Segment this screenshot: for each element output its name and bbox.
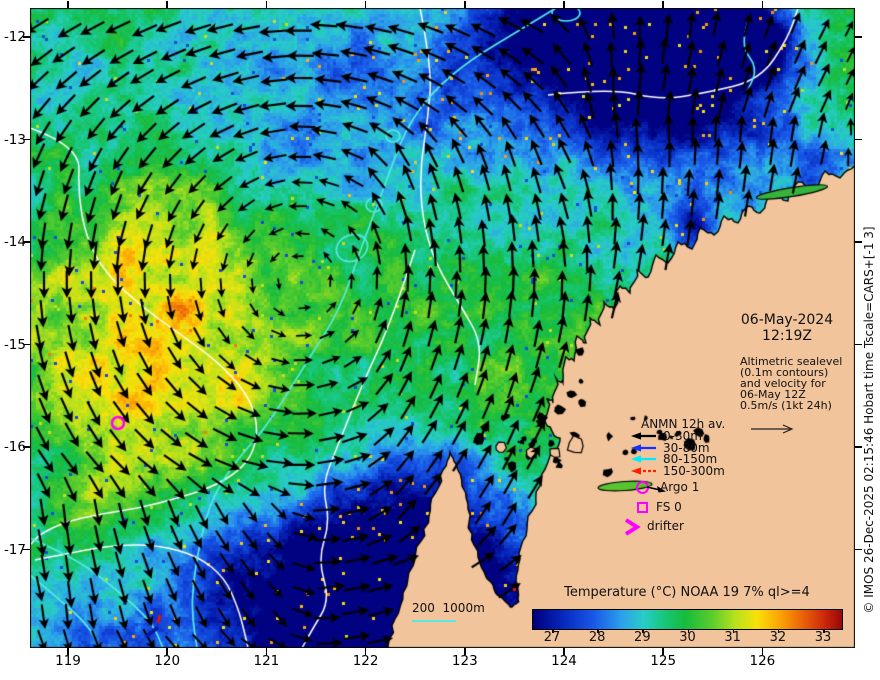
argo-legend-label: Argo 1 bbox=[660, 480, 699, 495]
tick-mark bbox=[762, 1, 764, 8]
depth-arrow-icon bbox=[630, 431, 658, 441]
tick-mark bbox=[855, 446, 862, 448]
tick-mark bbox=[67, 1, 69, 8]
lon-tick-label: 122 bbox=[353, 653, 379, 669]
tick-mark bbox=[662, 1, 664, 8]
anmn-depth-row: 150-300m bbox=[630, 465, 725, 477]
tick-mark bbox=[166, 1, 168, 8]
tick-mark bbox=[855, 36, 862, 38]
tick-mark bbox=[855, 549, 862, 551]
lat-tick-label: -16 bbox=[0, 439, 26, 455]
drifter-chevron-icon bbox=[623, 518, 641, 536]
fs-mooring-icon bbox=[637, 502, 648, 513]
tick-mark bbox=[464, 1, 466, 8]
lon-tick-label: 126 bbox=[750, 653, 776, 669]
tick-mark bbox=[855, 344, 862, 346]
temperature-colorbar bbox=[532, 609, 843, 630]
depth-arrow-icon bbox=[630, 454, 658, 464]
lon-tick-label: 125 bbox=[650, 653, 676, 669]
time-line: 12:19Z bbox=[722, 328, 852, 344]
tick-mark bbox=[563, 1, 565, 8]
lon-tick-label: 121 bbox=[254, 653, 280, 669]
lon-tick-label: 119 bbox=[55, 653, 81, 669]
colorbar-tick-label: 33 bbox=[815, 630, 832, 645]
colorbar-tick-label: 31 bbox=[724, 630, 741, 645]
lon-tick-label: 120 bbox=[154, 653, 180, 669]
annotation-line: 0.5m/s (1kt 24h) bbox=[740, 401, 842, 412]
colorbar-tick-label: 32 bbox=[770, 630, 787, 645]
colorbar-title: Temperature (°C) NOAA 19 7% ql>=4 bbox=[532, 585, 842, 600]
lat-tick-label: -17 bbox=[0, 542, 26, 558]
lat-tick-label: -14 bbox=[0, 234, 26, 250]
drifter-legend-label: drifter bbox=[647, 519, 684, 534]
date-line: 06-May-2024 bbox=[722, 312, 852, 328]
copyright-vertical-text: © IMOS 26-Dec-2025 02:15:46 Hobart time … bbox=[862, 226, 876, 613]
colorbar-tick-label: 29 bbox=[634, 630, 651, 645]
depth-label: 150-300m bbox=[663, 464, 725, 478]
imos-ocean-current-map: 119 120 121 122 123 124 125 126 -12 -13 -14 -15 -16 -… bbox=[0, 0, 880, 680]
colorbar-tick-label: 28 bbox=[589, 630, 606, 645]
bathymetry-legend-label: 200 1000m bbox=[412, 601, 485, 615]
altimetric-annotation: Altimetric sealevel (0.1m contours) and … bbox=[740, 357, 842, 412]
lon-tick-label: 124 bbox=[551, 653, 577, 669]
bathymetry-contour-sample bbox=[412, 620, 456, 622]
tick-mark bbox=[365, 1, 367, 8]
lat-tick-label: -15 bbox=[0, 337, 26, 353]
fs-legend-label: FS 0 bbox=[656, 500, 682, 515]
timestamp-annotation: 06-May-2024 12:19Z bbox=[722, 312, 852, 344]
velocity-scale-arrow-icon bbox=[750, 423, 796, 435]
colorbar-tick-label: 30 bbox=[679, 630, 696, 645]
colorbar-tick-label: 27 bbox=[544, 630, 561, 645]
depth-arrow-icon bbox=[630, 466, 658, 476]
tick-mark bbox=[266, 1, 268, 8]
depth-arrow-icon bbox=[630, 443, 658, 453]
tick-mark bbox=[855, 241, 862, 243]
lon-tick-label: 123 bbox=[452, 653, 478, 669]
tick-mark bbox=[855, 139, 862, 141]
anmn-depth-legend: 0-30m 30-80m 80-150m 150-300m bbox=[630, 430, 725, 477]
lat-tick-label: -13 bbox=[0, 132, 26, 148]
lat-tick-label: -12 bbox=[0, 29, 26, 45]
